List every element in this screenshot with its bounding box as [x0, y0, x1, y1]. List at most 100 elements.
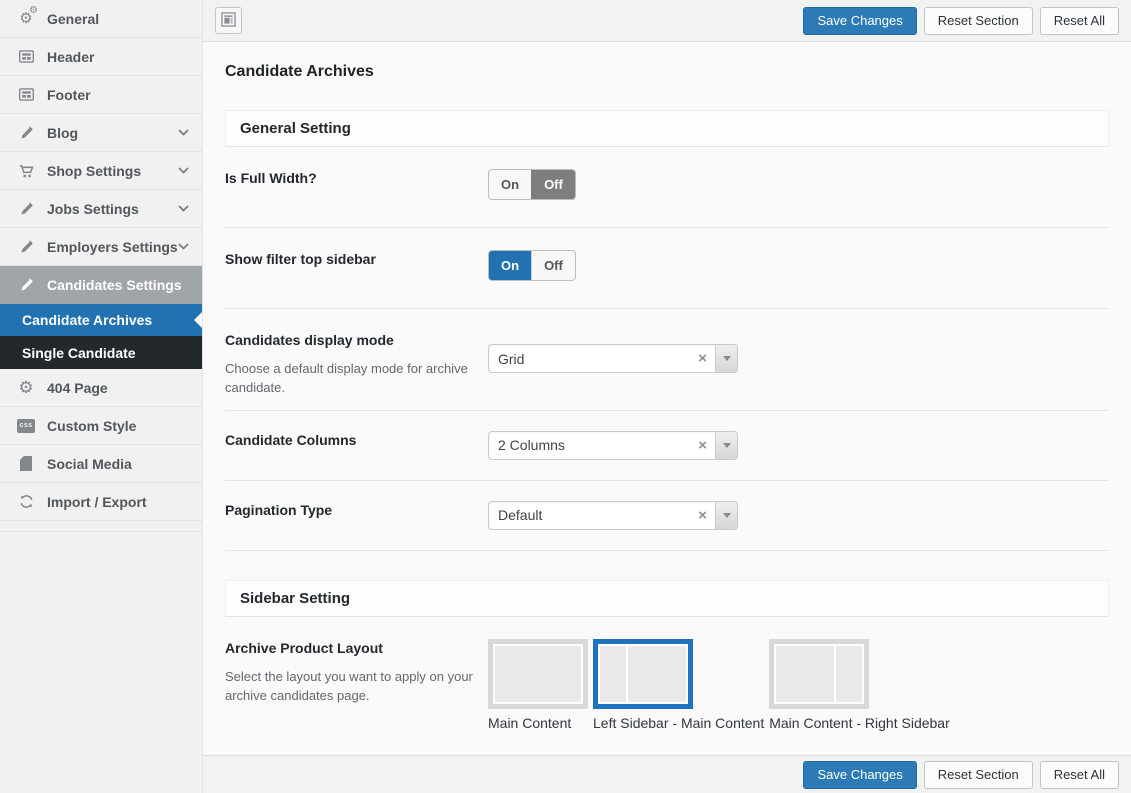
display-mode-select[interactable]: Grid ×	[488, 344, 738, 373]
dropdown-arrow-icon[interactable]	[715, 345, 737, 372]
sidebar-item-custom-style[interactable]: css Custom Style	[0, 407, 202, 445]
layout-option-label: Main Content	[488, 714, 572, 731]
sidebar-subitem-label: Single Candidate	[22, 344, 136, 361]
select-value: Grid	[498, 350, 525, 367]
chevron-down-icon	[178, 205, 189, 212]
topbar-actions: Save Changes Reset Section Reset All	[803, 6, 1119, 35]
reset-all-button[interactable]: Reset All	[1039, 760, 1119, 789]
sidebar-item-label: Employers Settings	[47, 238, 178, 255]
field-label: Archive Product Layout	[225, 639, 383, 656]
layout-thumbnail-right-sidebar	[769, 638, 870, 709]
layout-icon	[221, 11, 236, 30]
field-row-candidate-columns: Candidate Columns 2 Columns ×	[225, 411, 1109, 481]
footer-actions: Save Changes Reset Section Reset All	[803, 760, 1119, 789]
pagination-type-select[interactable]: Default ×	[488, 500, 738, 530]
sidebar-item-social-media[interactable]: Social Media	[0, 445, 202, 483]
layout-option-right-sidebar[interactable]: Main Content - Right Sidebar	[769, 638, 950, 731]
select-value: Default	[498, 507, 543, 524]
settings-content: Candidate Archives General Setting Is Fu…	[203, 42, 1131, 755]
field-label: Candidates display mode	[225, 332, 394, 348]
layout-thumbnail-main-only	[488, 638, 588, 709]
toggle-off-option[interactable]: Off	[531, 251, 575, 280]
footerbar: Save Changes Reset Section Reset All	[203, 755, 1131, 793]
chevron-down-icon	[178, 243, 189, 250]
field-row-pagination-type: Pagination Type Default ×	[225, 481, 1109, 551]
dropdown-arrow-icon[interactable]	[715, 431, 737, 459]
sidebar-subitem-label: Candidate Archives	[22, 312, 153, 328]
sidebar-item-label: Custom Style	[47, 417, 137, 434]
sidebar-item-import-export[interactable]: Import / Export	[0, 483, 202, 521]
pencil-icon	[16, 275, 36, 295]
page-title: Candidate Archives	[225, 63, 374, 80]
field-description: Select the layout you want to apply on y…	[225, 668, 473, 704]
sidebar-item-blog[interactable]: Blog	[0, 114, 202, 152]
theme-options-app: ⚙ ⚙ General Header Footer Blog Shop Sett…	[0, 0, 1131, 793]
toggle-off-option[interactable]: Off	[531, 170, 575, 199]
select-value: 2 Columns	[498, 437, 565, 454]
layout-thumbnail-left-sidebar	[593, 638, 693, 709]
pencil-icon	[16, 123, 36, 143]
toggle-on-option[interactable]: On	[489, 251, 532, 280]
reset-section-button[interactable]: Reset Section	[923, 6, 1033, 35]
css-icon: css	[16, 416, 36, 436]
save-changes-button[interactable]: Save Changes	[803, 6, 917, 35]
sidebar-item-label: Jobs Settings	[47, 200, 139, 217]
chevron-down-icon	[178, 167, 189, 174]
clear-icon[interactable]: ×	[690, 351, 715, 366]
sidebar-item-label: Footer	[47, 86, 91, 103]
filter-top-sidebar-toggle: On Off	[488, 250, 576, 281]
gears-icon: ⚙ ⚙	[19, 4, 38, 27]
save-changes-button[interactable]: Save Changes	[803, 760, 917, 789]
field-label: Pagination Type	[225, 501, 333, 518]
clear-icon[interactable]: ×	[690, 438, 715, 453]
dropdown-arrow-icon[interactable]	[715, 501, 737, 529]
pencil-icon	[16, 237, 36, 257]
reset-all-button[interactable]: Reset All	[1039, 6, 1119, 35]
chevron-down-icon	[178, 129, 189, 136]
sidebar-item-label: Shop Settings	[47, 162, 142, 179]
sidebar-subitem-candidate-archives[interactable]: Candidate Archives	[0, 304, 202, 336]
clear-icon[interactable]: ×	[690, 508, 715, 523]
field-row-filter-top-sidebar: Show filter top sidebar On Off	[225, 228, 1109, 309]
sidebar-item-label: Import / Export	[47, 493, 147, 510]
layout-options: Main Content Left Sidebar - Main Content	[488, 638, 1109, 731]
sidebar-item-general[interactable]: ⚙ ⚙ General	[0, 0, 202, 38]
sidebar-item-404-page[interactable]: ⚙ 404 Page	[0, 369, 202, 407]
sidebar-item-employers-settings[interactable]: Employers Settings	[0, 228, 202, 266]
reset-section-button[interactable]: Reset Section	[923, 760, 1033, 789]
sidebar-spacer	[0, 521, 202, 532]
sidebar-item-label: Social Media	[47, 455, 132, 472]
topbar: Save Changes Reset Section Reset All	[203, 0, 1131, 42]
sidebar-item-label: Candidates Settings	[47, 276, 182, 293]
field-label: Is Full Width?	[225, 170, 317, 186]
layout-option-label: Main Content - Right Sidebar	[769, 714, 950, 731]
sidebar-item-header[interactable]: Header	[0, 38, 202, 76]
layout-option-main-content[interactable]: Main Content	[488, 638, 588, 731]
sidebar-item-jobs-settings[interactable]: Jobs Settings	[0, 190, 202, 228]
layout-option-left-sidebar[interactable]: Left Sidebar - Main Content	[593, 638, 764, 731]
candidate-columns-select[interactable]: 2 Columns ×	[488, 430, 738, 460]
sidebar-item-label: General	[47, 10, 100, 27]
toggle-on-option[interactable]: On	[489, 170, 531, 199]
sidebar-subitem-single-candidate[interactable]: Single Candidate	[0, 336, 202, 369]
section-header-general-setting: General Setting	[225, 110, 1109, 147]
field-row-archive-layout: Archive Product Layout Select the layout…	[225, 617, 1109, 731]
collapse-sidebar-button[interactable]	[215, 7, 242, 34]
page-icon	[16, 454, 36, 474]
field-row-full-width: Is Full Width? On Off	[225, 147, 1109, 228]
sidebar-item-candidates-settings[interactable]: Candidates Settings	[0, 266, 202, 304]
footer-icon	[16, 85, 36, 105]
main-panel: Save Changes Reset Section Reset All Can…	[203, 0, 1131, 793]
sidebar-item-label: Blog	[47, 124, 79, 141]
field-row-display-mode: Candidates display mode Choose a default…	[225, 309, 1109, 411]
sidebar-item-label: 404 Page	[47, 379, 108, 396]
section-header-sidebar-setting: Sidebar Setting	[225, 579, 1109, 617]
sync-icon	[16, 492, 36, 512]
sidebar-item-shop-settings[interactable]: Shop Settings	[0, 152, 202, 190]
pencil-icon	[16, 199, 36, 219]
gear-icon: ⚙	[18, 378, 34, 397]
full-width-toggle: On Off	[488, 169, 576, 200]
field-description: Choose a default display mode for archiv…	[225, 360, 468, 396]
header-icon	[16, 47, 36, 67]
sidebar-item-footer[interactable]: Footer	[0, 76, 202, 114]
